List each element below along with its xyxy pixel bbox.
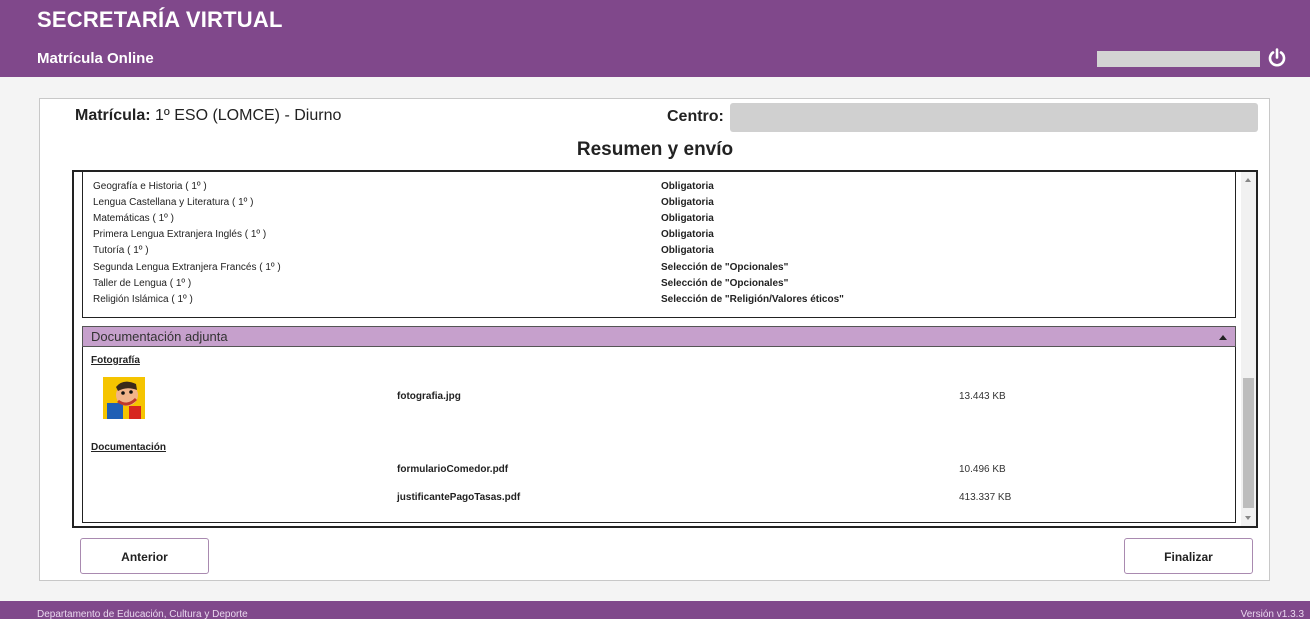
document-file-size: 413.337 KB [959, 492, 1012, 503]
document-file-size: 10.496 KB [959, 464, 1006, 475]
photo-section-label: Fotografía [91, 355, 140, 366]
finish-button[interactable]: Finalizar [1124, 538, 1253, 574]
subject-name: Tutoría ( 1º ) [93, 245, 149, 256]
enrollment-info: Matrícula: 1º ESO (LOMCE) - Diurno [75, 107, 341, 125]
enrollment-label: Matrícula: [75, 107, 151, 124]
photo-file-size: 13.443 KB [959, 391, 1006, 402]
subject-name: Lengua Castellana y Literatura ( 1º ) [93, 197, 254, 208]
subject-type: Obligatoria [661, 229, 714, 240]
collapse-caret-icon[interactable] [1219, 335, 1227, 340]
subject-type: Obligatoria [661, 245, 714, 256]
app-title: SECRETARÍA VIRTUAL [37, 7, 283, 32]
previous-button[interactable]: Anterior [80, 538, 209, 574]
subject-type: Selección de "Opcionales" [661, 262, 789, 273]
scroll-down-arrow-icon[interactable] [1245, 516, 1251, 520]
photo-file-name: fotografia.jpg [397, 391, 461, 402]
vertical-scrollbar[interactable] [1241, 172, 1256, 526]
subject-type: Obligatoria [661, 213, 714, 224]
subject-type: Selección de "Opcionales" [661, 278, 789, 289]
app-header: SECRETARÍA VIRTUAL Matrícula Online [0, 0, 1310, 77]
app-footer: Departamento de Educación, Cultura y Dep… [0, 601, 1310, 620]
centro-value-box [730, 103, 1258, 132]
subject-type: Selección de "Religión/Valores éticos" [661, 294, 844, 305]
docs-accordion-header[interactable]: Documentación adjunta [82, 326, 1236, 347]
footer-version: Versión v1.3.3 [1240, 609, 1304, 620]
docs-accordion-body: Fotografía fotografia.jpg 13.443 KB Docu… [82, 347, 1236, 523]
centro-label: Centro: [667, 108, 724, 125]
footer-department: Departamento de Educación, Cultura y Dep… [37, 609, 248, 620]
document-file-name: formularioComedor.pdf [397, 464, 509, 475]
enrollment-value: 1º ESO (LOMCE) - Diurno [155, 107, 342, 124]
scroll-up-arrow-icon[interactable] [1245, 178, 1251, 182]
photo-thumbnail [103, 377, 145, 419]
power-icon[interactable] [1266, 47, 1288, 69]
documents-section-label: Documentación [91, 442, 167, 453]
subjects-list: Geografía e Historia ( 1º ) Obligatoria … [82, 172, 1236, 318]
subject-name: Matemáticas ( 1º ) [93, 213, 174, 224]
app-subtitle: Matrícula Online [37, 50, 154, 67]
subject-type: Obligatoria [661, 181, 714, 192]
subject-name: Primera Lengua Extranjera Inglés ( 1º ) [93, 229, 267, 240]
subject-name: Taller de Lengua ( 1º ) [93, 278, 192, 289]
subject-name: Geografía e Historia ( 1º ) [93, 181, 207, 192]
subject-name: Religión Islámica ( 1º ) [93, 294, 193, 305]
page-title: Resumen y envío [576, 139, 734, 160]
user-name-box [1097, 51, 1260, 67]
subject-type: Obligatoria [661, 197, 714, 208]
document-file-name: justificantePagoTasas.pdf [397, 492, 521, 503]
summary-scroll-area[interactable]: Geografía e Historia ( 1º ) Obligatoria … [72, 170, 1258, 528]
scrollbar-thumb[interactable] [1243, 378, 1254, 508]
docs-header-label: Documentación adjunta [91, 329, 228, 344]
subject-name: Segunda Lengua Extranjera Francés ( 1º ) [93, 262, 281, 273]
